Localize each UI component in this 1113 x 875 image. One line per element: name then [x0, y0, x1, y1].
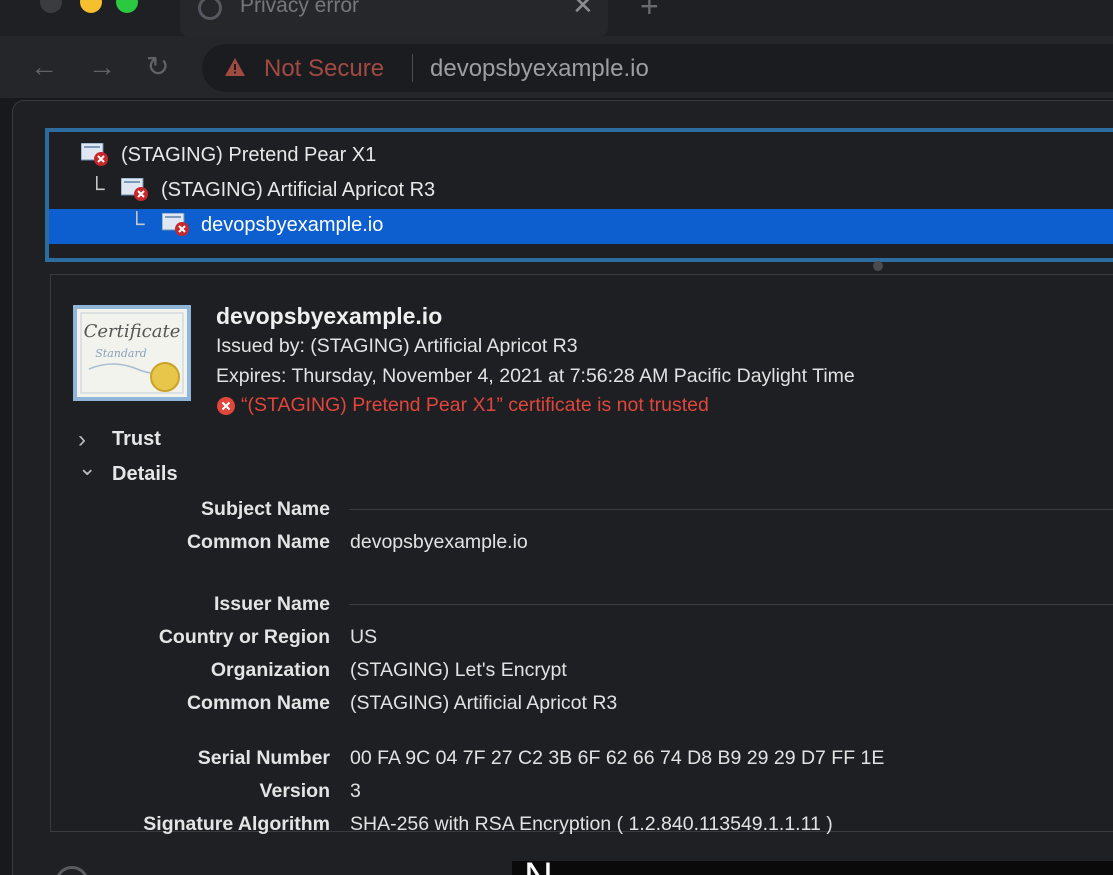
certificate-issuer: Issued by: (STAGING) Artificial Apricot …	[216, 335, 578, 357]
window-minimize-button[interactable]	[80, 0, 102, 13]
field-key: Serial Number	[197, 747, 330, 769]
error-icon	[217, 397, 235, 415]
field-value: SHA-256 with RSA Encryption ( 1.2.840.11…	[350, 813, 833, 835]
subject-name-heading: Subject Name	[201, 498, 330, 520]
certificate-title: devopsbyexample.io	[216, 303, 443, 329]
chevron-down-icon[interactable]: ⌄	[78, 455, 96, 481]
field-value: (STAGING) Artificial Apricot R3	[350, 692, 618, 714]
certificate-error-icon	[81, 143, 108, 166]
trust-section-toggle[interactable]: Trust	[112, 428, 161, 451]
field-key: Common Name	[186, 531, 330, 553]
certificate-chain-list: (STAGING) Pretend Pear X1 └ (STAGING) Ar…	[45, 128, 1113, 262]
back-button[interactable]: ←	[30, 50, 58, 84]
globe-icon	[198, 0, 222, 20]
field-value: US	[350, 626, 378, 648]
window-close-button[interactable]	[40, 0, 62, 13]
tab-privacy-error[interactable]: Privacy error ✕	[180, 0, 608, 36]
certificate-error-icon	[121, 178, 148, 201]
section-divider	[349, 604, 1113, 605]
chain-item-label: devopsbyexample.io	[201, 214, 384, 236]
chain-item-label: (STAGING) Pretend Pear X1	[121, 144, 377, 166]
section-divider	[349, 509, 1113, 510]
certificate-icon: Certificate Standard	[73, 305, 191, 401]
details-section-toggle[interactable]: Details	[112, 463, 178, 486]
field-key: Country or Region	[158, 626, 330, 648]
chain-item-root[interactable]: (STAGING) Pretend Pear X1	[49, 139, 1113, 174]
chain-item-intermediate[interactable]: └ (STAGING) Artificial Apricot R3	[49, 174, 1113, 209]
browser-toolbar: ← → ↻ Not Secure devopsbyexample.io	[0, 36, 1113, 98]
not-secure-label[interactable]: Not Secure	[264, 55, 384, 83]
browser-titlebar: Privacy error ✕ +	[0, 0, 1113, 36]
field-key: Organization	[210, 659, 330, 681]
tab-close-icon[interactable]: ✕	[572, 0, 594, 21]
certificate-expiry: Expires: Thursday, November 4, 2021 at 7…	[216, 365, 855, 387]
field-value: 3	[350, 780, 361, 802]
url-text[interactable]: devopsbyexample.io	[430, 55, 649, 83]
chain-item-leaf[interactable]: └ devopsbyexample.io	[49, 209, 1113, 244]
trust-error-message: “(STAGING) Pretend Pear X1” certificate …	[241, 394, 709, 416]
forward-button[interactable]: →	[88, 50, 116, 84]
caption-text: N	[524, 861, 553, 875]
address-divider	[412, 54, 413, 82]
tab-title: Privacy error	[240, 0, 360, 17]
tree-branch-icon: └	[89, 176, 105, 201]
svg-text:Certificate: Certificate	[84, 321, 181, 342]
warning-icon	[225, 58, 245, 76]
video-caption: N	[512, 861, 1113, 875]
field-value: devopsbyexample.io	[350, 531, 528, 553]
field-value: (STAGING) Let's Encrypt	[350, 659, 567, 681]
address-bar[interactable]: Not Secure devopsbyexample.io	[202, 44, 1113, 92]
new-tab-button[interactable]: +	[640, 0, 659, 25]
field-key: Version	[259, 780, 330, 802]
issuer-name-heading: Issuer Name	[214, 593, 330, 615]
chevron-right-icon[interactable]: ›	[78, 426, 86, 454]
certificate-error-icon	[162, 213, 189, 236]
svg-text:Standard: Standard	[95, 347, 147, 360]
field-key: Signature Algorithm	[143, 813, 330, 835]
chain-item-label: (STAGING) Artificial Apricot R3	[161, 179, 436, 201]
field-key: Common Name	[186, 692, 330, 714]
reload-button[interactable]: ↻	[146, 50, 169, 84]
splitter-handle[interactable]	[873, 261, 883, 271]
window-maximize-button[interactable]	[116, 0, 138, 13]
tree-branch-icon: └	[129, 211, 145, 236]
field-value: 00 FA 9C 04 7F 27 C2 3B 6F 62 66 74 D8 B…	[350, 747, 885, 769]
